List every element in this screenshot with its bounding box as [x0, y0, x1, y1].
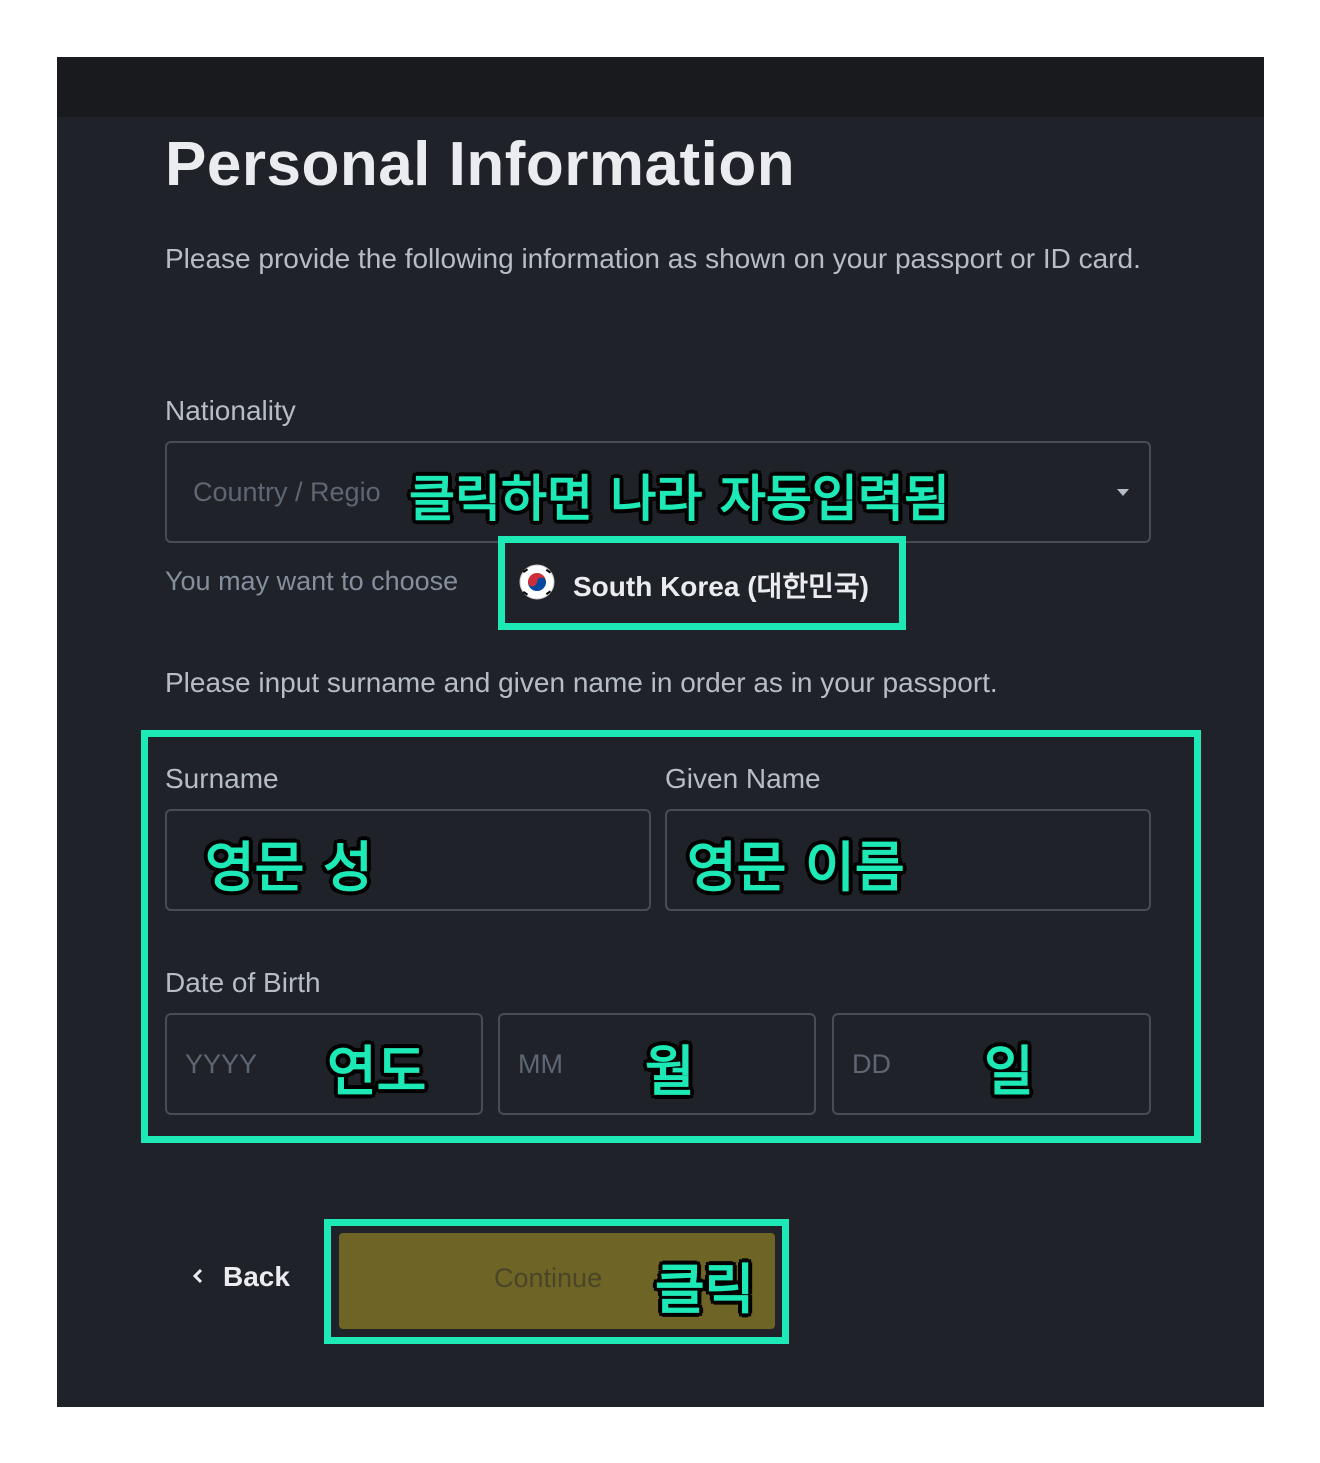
given-name-annotation: 영문 이름 — [687, 836, 905, 899]
top-bar — [57, 57, 1264, 117]
chevron-down-icon — [1117, 489, 1129, 496]
back-label: Back — [223, 1261, 290, 1292]
personal-info-panel: Personal Information Please provide the … — [57, 57, 1264, 1407]
nationality-label: Nationality — [165, 395, 296, 426]
chevron-left-icon — [192, 1268, 203, 1284]
continue-annotation: 클릭 — [655, 1258, 755, 1321]
page-description: Please provide the following information… — [165, 243, 1141, 274]
given-name-label: Given Name — [665, 763, 821, 794]
nationality-annotation: 클릭하면 나라 자동입력됨 — [409, 470, 950, 528]
suggestion-south-korea[interactable]: South Korea (대한민국) — [519, 564, 879, 604]
korea-flag-icon — [519, 564, 555, 600]
suggestion-label: South Korea (대한민국) — [573, 571, 869, 602]
page-title: Personal Information — [165, 130, 796, 199]
nationality-hint: You may want to choose — [165, 566, 459, 596]
name-instruction: Please input surname and given name in o… — [165, 667, 998, 698]
month-annotation: 월 — [645, 1040, 695, 1103]
year-annotation: 연도 — [327, 1040, 427, 1103]
nationality-placeholder: Country / Regio — [193, 477, 381, 507]
surname-label: Surname — [165, 763, 279, 794]
surname-annotation: 영문 성 — [205, 836, 373, 899]
month-placeholder: MM — [518, 1049, 563, 1079]
back-button[interactable]: Back — [185, 1255, 315, 1301]
day-placeholder: DD — [852, 1049, 891, 1079]
day-annotation: 일 — [984, 1040, 1034, 1103]
dob-year-input[interactable]: YYYY — [165, 1013, 483, 1115]
year-placeholder: YYYY — [185, 1049, 258, 1079]
dob-label: Date of Birth — [165, 967, 321, 998]
continue-label: Continue — [494, 1263, 603, 1293]
